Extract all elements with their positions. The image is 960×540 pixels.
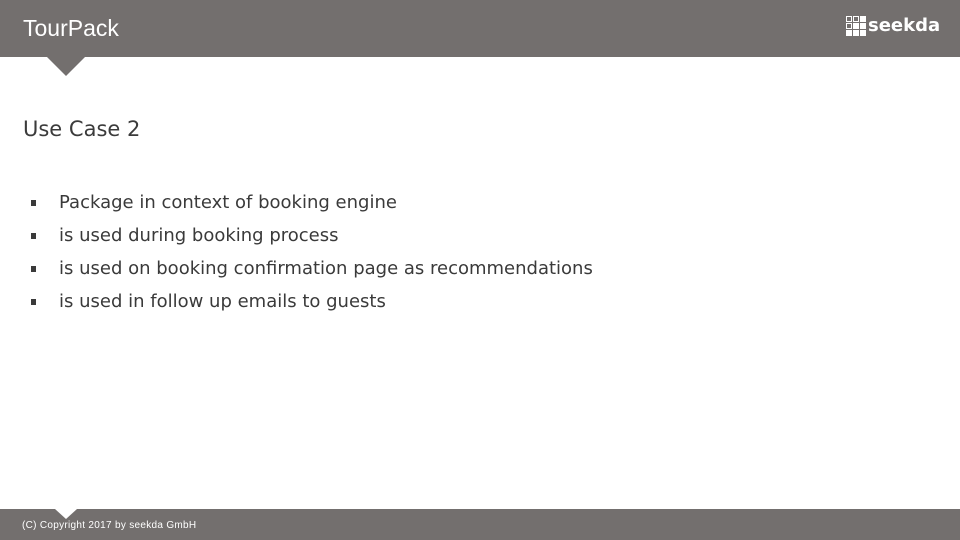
logo-text: seekda xyxy=(868,15,941,36)
grid-logo-icon xyxy=(846,16,866,36)
slide-title: Use Case 2 xyxy=(23,117,141,142)
square-bullet-icon xyxy=(31,200,36,206)
list-item-text: Package in context of booking engine xyxy=(59,192,397,213)
list-item-text: is used during booking process xyxy=(59,225,339,246)
presentation-title: TourPack xyxy=(23,15,119,41)
square-bullet-icon xyxy=(31,299,36,305)
list-item: is used in follow up emails to guests xyxy=(31,288,593,321)
bullet-list: Package in context of booking engine is … xyxy=(31,189,593,321)
list-item-text: is used in follow up emails to guests xyxy=(59,291,386,312)
header-bar: TourPack seekda xyxy=(0,0,960,57)
list-item-text: is used on booking confirmation page as … xyxy=(59,258,593,279)
header-notch xyxy=(47,57,85,76)
footer-notch xyxy=(55,509,77,519)
list-item: Package in context of booking engine xyxy=(31,189,593,222)
copyright-text: (C) Copyright 2017 by seekda GmbH xyxy=(22,520,197,531)
list-item: is used during booking process xyxy=(31,222,593,255)
seekda-logo: seekda xyxy=(846,14,940,38)
square-bullet-icon xyxy=(31,266,36,272)
square-bullet-icon xyxy=(31,233,36,239)
list-item: is used on booking confirmation page as … xyxy=(31,255,593,288)
